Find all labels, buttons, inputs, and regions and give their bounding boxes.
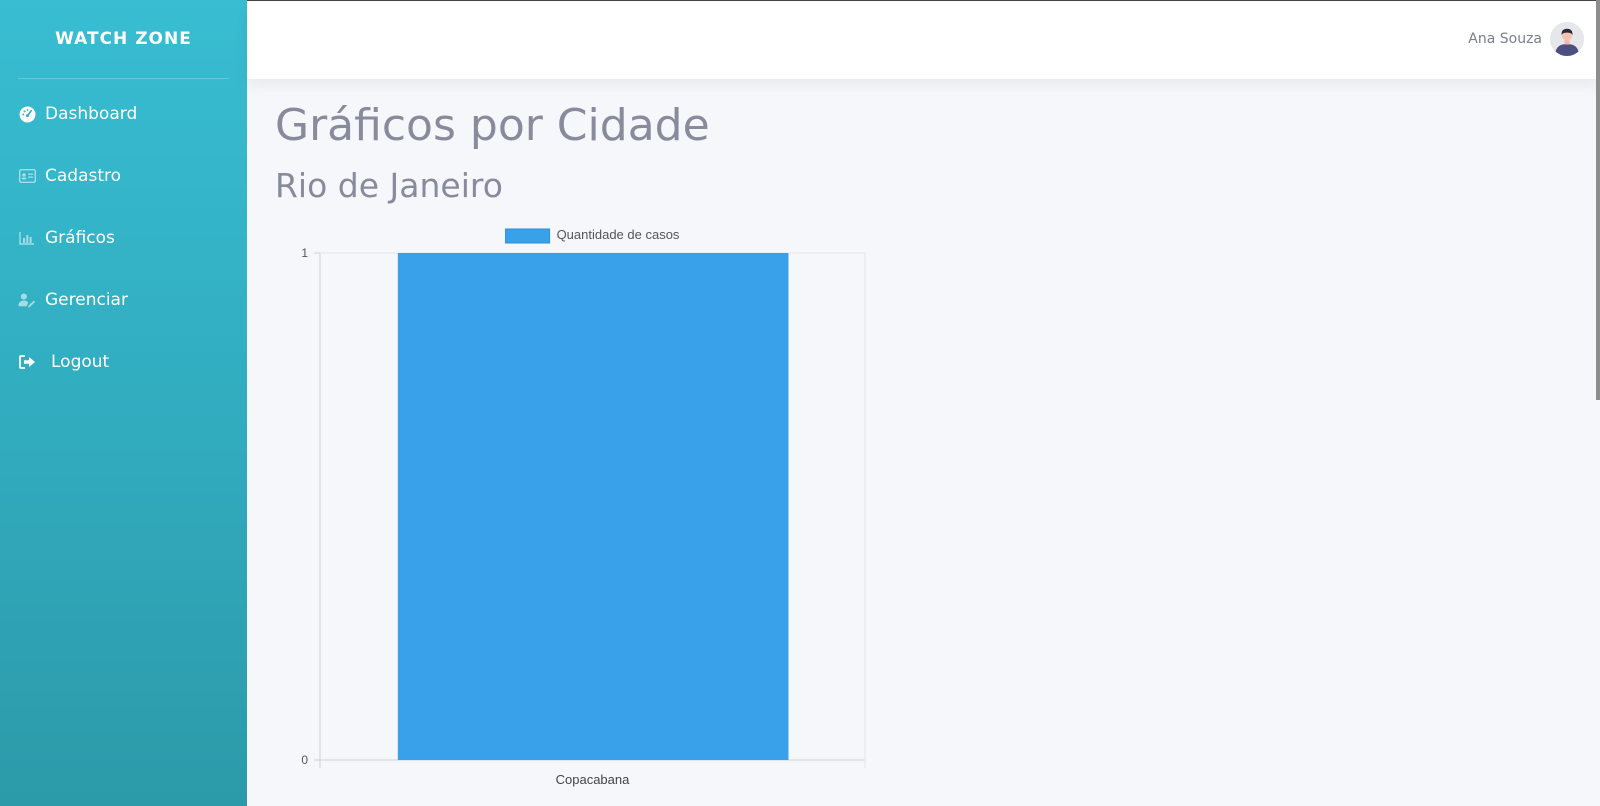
- sidebar-item-label: Gráficos: [45, 228, 115, 248]
- y-tick-label: 1: [301, 246, 308, 260]
- bar-chart-icon: [18, 229, 36, 247]
- legend-label: Quantidade de casos: [557, 227, 680, 242]
- sidebar-item-label: Dashboard: [45, 104, 138, 124]
- page-scrollbar[interactable]: [1596, 0, 1600, 400]
- sidebar-item-graficos[interactable]: Gráficos: [0, 207, 247, 269]
- legend-swatch: [505, 228, 551, 244]
- chart-svg: Quantidade de casos 0 1 Copacabana: [301, 227, 866, 787]
- id-card-icon: [18, 167, 36, 185]
- user-edit-icon: [18, 291, 36, 309]
- sidebar-item-logout[interactable]: Logout: [0, 331, 247, 393]
- sidebar-item-dashboard[interactable]: Dashboard: [0, 83, 247, 145]
- brand-logo[interactable]: WATCH ZONE: [0, 0, 247, 78]
- city-title: Rio de Janeiro: [275, 166, 503, 205]
- sidebar-item-label: Logout: [51, 352, 110, 372]
- topbar: Ana Souza: [247, 0, 1600, 79]
- bar-copacabana: [397, 253, 789, 760]
- sidebar-item-cadastro[interactable]: Cadastro: [0, 145, 247, 207]
- sidebar: WATCH ZONE Dashboard Cadastro Gráficos G…: [0, 0, 247, 806]
- user-name[interactable]: Ana Souza: [1468, 31, 1542, 47]
- sidebar-item-label: Cadastro: [45, 166, 122, 186]
- x-tick-label: Copacabana: [556, 772, 630, 787]
- page-title: Gráficos por Cidade: [275, 100, 710, 151]
- sidebar-item-gerenciar[interactable]: Gerenciar: [0, 269, 247, 331]
- sidebar-nav: Dashboard Cadastro Gráficos Gerenciar Lo…: [0, 83, 247, 393]
- y-tick-label: 0: [301, 753, 308, 767]
- app-root: WATCH ZONE Dashboard Cadastro Gráficos G…: [0, 0, 1600, 806]
- cases-bar-chart: Quantidade de casos 0 1 Copacabana: [265, 220, 885, 806]
- main-content: Ana Souza Gráficos por Cidade Rio de Jan…: [247, 0, 1600, 806]
- sign-out-icon: [18, 353, 36, 371]
- sidebar-item-label: Gerenciar: [45, 290, 128, 310]
- dashboard-gauge-icon: [18, 105, 36, 123]
- sidebar-divider: [18, 78, 229, 79]
- user-avatar-icon[interactable]: [1550, 22, 1584, 56]
